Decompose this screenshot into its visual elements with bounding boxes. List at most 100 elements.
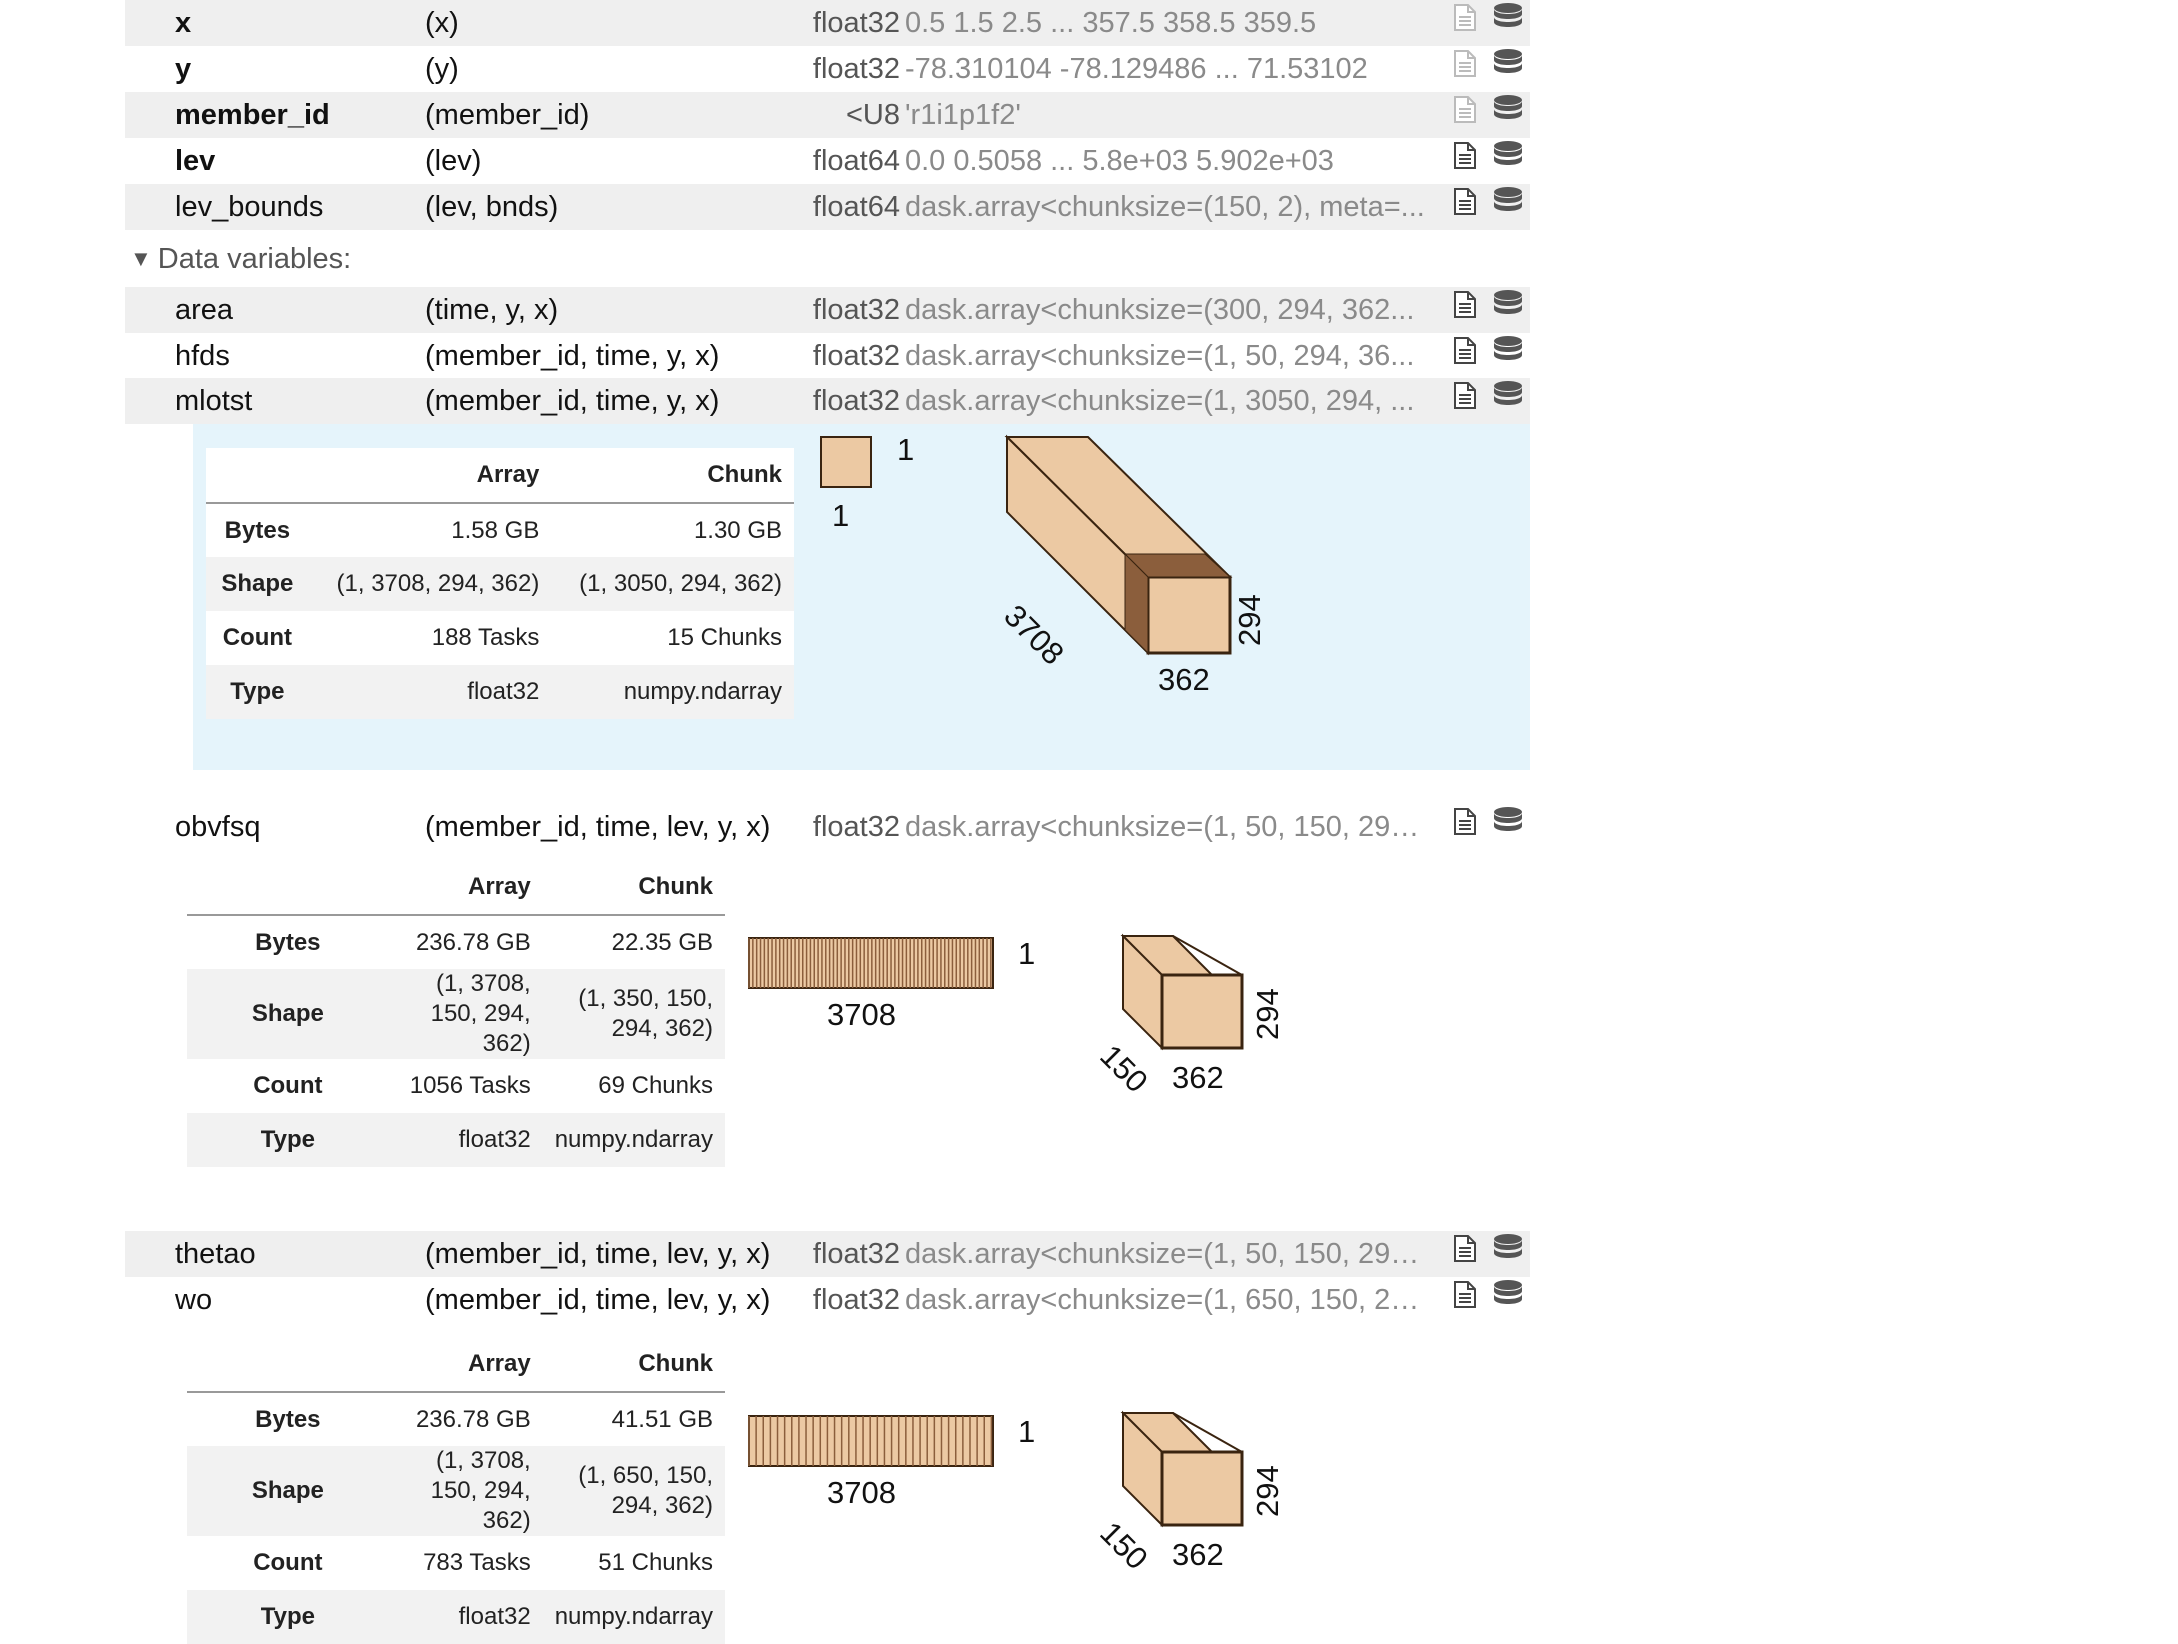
file-text-icon[interactable] bbox=[1452, 804, 1478, 850]
chunk-type: numpy.ndarray bbox=[623, 678, 782, 705]
var-dtype: float32 bbox=[812, 1238, 900, 1270]
file-text-icon[interactable] bbox=[1452, 46, 1478, 92]
var-name: y bbox=[175, 53, 192, 85]
database-icon[interactable] bbox=[1492, 92, 1524, 138]
file-text-icon[interactable] bbox=[1452, 1277, 1478, 1323]
col-array: Array bbox=[388, 860, 543, 916]
var-name: wo bbox=[175, 1284, 213, 1316]
chunk-count: 51 Chunks bbox=[598, 1549, 713, 1576]
array-bytes: 236.78 GB bbox=[415, 1405, 531, 1433]
var-dtype: <U8 bbox=[845, 99, 900, 131]
data-var-row-mlotst[interactable]: mlotst (member_id, time, y, x) float32 d… bbox=[125, 378, 1530, 424]
row-label-count: Count bbox=[253, 1072, 323, 1099]
database-icon[interactable] bbox=[1492, 184, 1524, 230]
file-text-icon[interactable] bbox=[1452, 378, 1478, 424]
col-chunk: Chunk bbox=[542, 860, 725, 916]
cube-height-label: 294 bbox=[1250, 1465, 1285, 1517]
database-icon[interactable] bbox=[1492, 378, 1524, 424]
var-preview: dask.array<chunksize=(1, 3050, 294, ... bbox=[905, 385, 1415, 417]
chunk-square-shape bbox=[820, 436, 872, 488]
data-variables-toggle[interactable]: ▼ Data variables: bbox=[130, 239, 351, 279]
var-dims: (member_id, time, y, x) bbox=[425, 385, 720, 417]
strip-bottom-label: 3708 bbox=[827, 997, 896, 1032]
col-array: Array bbox=[308, 448, 552, 504]
chunk-strip-shape bbox=[748, 937, 994, 989]
data-var-row-hfds: hfds (member_id, time, y, x) float32 das… bbox=[125, 333, 1530, 379]
database-icon[interactable] bbox=[1492, 138, 1524, 184]
var-name: lev bbox=[175, 145, 216, 177]
var-dims: (member_id, time, lev, y, x) bbox=[425, 1284, 771, 1316]
var-dims: (member_id) bbox=[425, 99, 590, 131]
box-height-label: 294 bbox=[1232, 594, 1267, 646]
var-name: mlotst bbox=[175, 385, 253, 417]
var-dtype: float32 bbox=[812, 53, 900, 85]
var-name: thetao bbox=[175, 1238, 256, 1270]
var-dims: (lev) bbox=[425, 145, 482, 177]
var-preview: dask.array<chunksize=(1, 650, 150, 29... bbox=[905, 1284, 1425, 1316]
database-icon[interactable] bbox=[1492, 46, 1524, 92]
array-bytes: 1.58 GB bbox=[451, 516, 540, 544]
database-icon[interactable] bbox=[1492, 804, 1524, 850]
file-text-icon[interactable] bbox=[1452, 92, 1478, 138]
coord-row-member-id: member_id (member_id) <U8 'r1i1p1f2' bbox=[125, 92, 1530, 138]
file-text-icon[interactable] bbox=[1452, 138, 1478, 184]
array-shape: (1, 3708, 294, 362) bbox=[336, 570, 540, 597]
chunk-cube-shape bbox=[1120, 933, 1244, 1051]
collapse-arrow-icon: ▼ bbox=[130, 246, 152, 271]
var-name: lev_bounds bbox=[175, 191, 324, 223]
file-text-icon[interactable] bbox=[1452, 333, 1478, 379]
file-text-icon[interactable] bbox=[1452, 184, 1478, 230]
database-icon[interactable] bbox=[1492, 0, 1524, 46]
var-preview: 0.0 0.5058 ... 5.8e+03 5.902e+03 bbox=[905, 145, 1334, 177]
database-icon[interactable] bbox=[1492, 287, 1524, 333]
array-type: float32 bbox=[458, 1126, 531, 1153]
var-dtype: float32 bbox=[812, 340, 900, 372]
coord-row-lev-bounds: lev_bounds (lev, bnds) float64 dask.arra… bbox=[125, 184, 1530, 230]
var-preview: dask.array<chunksize=(150, 2), meta=... bbox=[905, 191, 1425, 223]
strip-bottom-label: 3708 bbox=[827, 1475, 896, 1510]
database-icon[interactable] bbox=[1492, 1231, 1524, 1277]
database-icon[interactable] bbox=[1492, 1277, 1524, 1323]
data-var-row-wo[interactable]: wo (member_id, time, lev, y, x) float32 … bbox=[125, 1277, 1530, 1323]
var-name: hfds bbox=[175, 340, 230, 372]
var-dtype: float32 bbox=[812, 1284, 900, 1316]
array-count: 783 Tasks bbox=[423, 1549, 531, 1576]
chunk-shape: (1, 350, 150, 294, 362) bbox=[578, 985, 713, 1042]
cube-height-label: 294 bbox=[1250, 988, 1285, 1040]
var-dims: (member_id, time, lev, y, x) bbox=[425, 811, 771, 843]
array-count: 188 Tasks bbox=[431, 624, 540, 651]
var-dims: (member_id, time, y, x) bbox=[425, 340, 720, 372]
array-bytes: 236.78 GB bbox=[415, 928, 531, 956]
var-preview: dask.array<chunksize=(1, 50, 294, 36... bbox=[905, 340, 1415, 372]
chunk-bytes: 1.30 GB bbox=[693, 516, 782, 544]
database-icon[interactable] bbox=[1492, 333, 1524, 379]
box-width-label: 362 bbox=[1158, 662, 1210, 697]
section-label: Data variables: bbox=[157, 243, 352, 275]
cube-width-label: 362 bbox=[1172, 1537, 1224, 1572]
file-text-icon[interactable] bbox=[1452, 1231, 1478, 1277]
file-text-icon[interactable] bbox=[1452, 0, 1478, 46]
data-var-row-thetao[interactable]: thetao (member_id, time, lev, y, x) floa… bbox=[125, 1231, 1530, 1277]
var-preview: dask.array<chunksize=(1, 50, 150, 294... bbox=[905, 1238, 1425, 1270]
file-text-icon[interactable] bbox=[1452, 287, 1478, 333]
var-dims: (member_id, time, lev, y, x) bbox=[425, 1238, 771, 1270]
var-name: member_id bbox=[175, 99, 330, 131]
coord-row-lev: lev (lev) float64 0.0 0.5058 ... 5.8e+03… bbox=[125, 138, 1530, 184]
var-preview: dask.array<chunksize=(1, 50, 150, 294... bbox=[905, 811, 1425, 843]
var-name: obvfsq bbox=[175, 811, 261, 843]
data-var-row-obvfsq[interactable]: obvfsq (member_id, time, lev, y, x) floa… bbox=[125, 804, 1530, 850]
square-right-label: 1 bbox=[897, 432, 915, 467]
var-dtype: float32 bbox=[812, 7, 900, 39]
var-dims: (time, y, x) bbox=[425, 294, 559, 326]
strip-right-label: 1 bbox=[1018, 1414, 1036, 1449]
array-count: 1056 Tasks bbox=[409, 1072, 531, 1099]
var-preview: -78.310104 -78.129486 ... 71.53102 bbox=[905, 53, 1368, 85]
var-dims: (x) bbox=[425, 7, 459, 39]
var-name: x bbox=[175, 7, 192, 39]
row-label-type: Type bbox=[230, 678, 285, 705]
col-chunk: Chunk bbox=[542, 1337, 725, 1393]
row-label-count: Count bbox=[253, 1549, 323, 1576]
var-preview: 0.5 1.5 2.5 ... 357.5 358.5 359.5 bbox=[905, 7, 1317, 39]
chunk-shape: (1, 650, 150, 294, 362) bbox=[578, 1462, 713, 1519]
var-name: area bbox=[175, 294, 234, 326]
